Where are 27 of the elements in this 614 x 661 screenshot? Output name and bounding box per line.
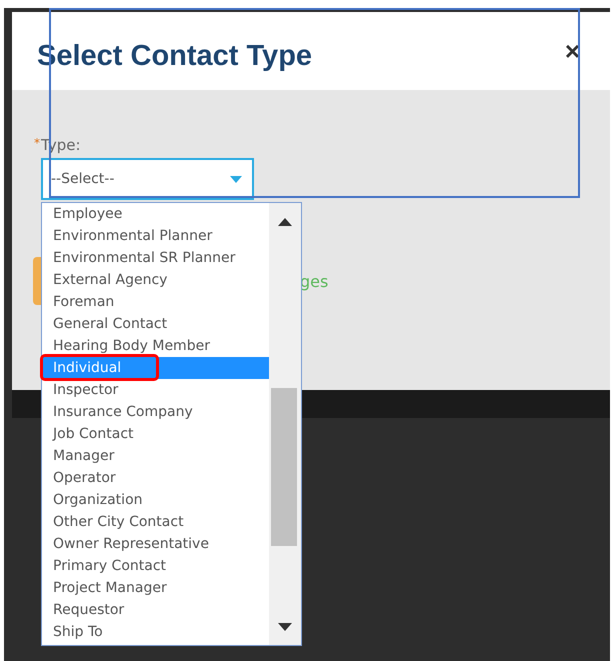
- dropdown-option[interactable]: Hearing Body Member: [42, 335, 269, 357]
- select-field[interactable]: --Select--: [41, 158, 254, 200]
- scroll-thumb[interactable]: [271, 388, 297, 546]
- dropdown-option[interactable]: Owner Representative: [42, 533, 269, 555]
- required-mark: *: [34, 136, 40, 150]
- dropdown-option[interactable]: Environmental SR Planner: [42, 247, 269, 269]
- dropdown-option[interactable]: Ship To: [42, 621, 269, 643]
- dropdown-option[interactable]: Requestor: [42, 599, 269, 621]
- dropdown-option[interactable]: Environmental Planner: [42, 225, 269, 247]
- close-button[interactable]: ×: [564, 38, 580, 64]
- dropdown-option[interactable]: Operator: [42, 467, 269, 489]
- dropdown-option[interactable]: Insurance Company: [42, 401, 269, 423]
- dropdown-option[interactable]: Organization: [42, 489, 269, 511]
- dropdown-option[interactable]: Employee: [42, 203, 269, 225]
- dropdown-option[interactable]: Manager: [42, 445, 269, 467]
- dropdown-option[interactable]: Other City Contact: [42, 511, 269, 533]
- dropdown-option[interactable]: Foreman: [42, 291, 269, 313]
- scroll-down-icon[interactable]: [278, 623, 292, 631]
- dropdown-option[interactable]: General Contact: [42, 313, 269, 335]
- dropdown-option[interactable]: Job Contact: [42, 423, 269, 445]
- dropdown-option[interactable]: External Agency: [42, 269, 269, 291]
- dropdown-option[interactable]: Primary Contact: [42, 555, 269, 577]
- caret-icon: [230, 176, 242, 182]
- dropdown-option[interactable]: Inspector: [42, 379, 269, 401]
- scrollbar[interactable]: [269, 203, 301, 645]
- dropdown-option[interactable]: Project Manager: [42, 577, 269, 599]
- scroll-up-icon[interactable]: [278, 218, 292, 226]
